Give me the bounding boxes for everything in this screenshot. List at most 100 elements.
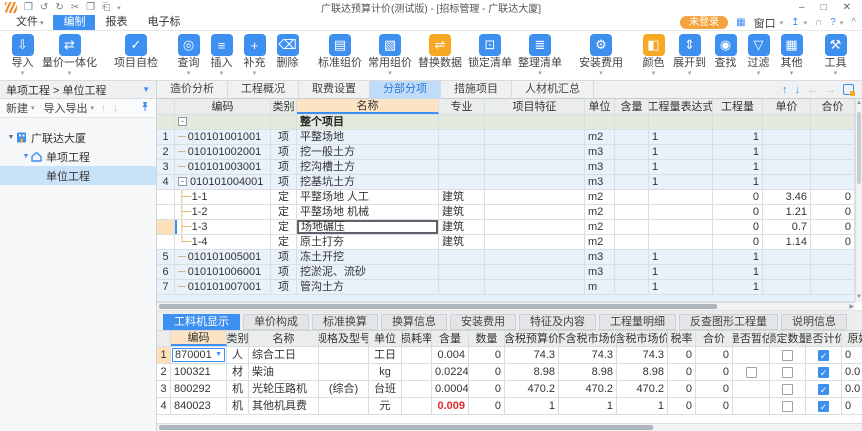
cell-num[interactable]: 7 [157, 280, 175, 294]
cell-qty[interactable]: 0 [713, 220, 763, 234]
cell-qty[interactable]: 0 [469, 364, 505, 380]
column-header-名称[interactable]: 名称 [297, 99, 439, 114]
cell-num[interactable] [157, 190, 175, 204]
tab-特征及内容[interactable]: 特征及内容 [519, 314, 596, 330]
cell-code[interactable]: ─010101006001 [175, 265, 271, 279]
lock-list-button[interactable]: ⊡锁定清单 [465, 34, 515, 78]
cell-cat[interactable]: 人 [227, 347, 249, 363]
customize-qat-icon[interactable]: ▾ [117, 4, 121, 12]
cell-name[interactable]: 挖基坑土方 [297, 175, 439, 189]
import-button[interactable]: ⇩导入▾ [6, 34, 39, 78]
column-header-税率[interactable]: 税率 [668, 331, 696, 346]
cell-code[interactable]: 800292 [171, 381, 227, 397]
cell-expr[interactable] [649, 235, 713, 249]
cell-total[interactable]: 0 [696, 347, 733, 363]
cell-spec[interactable] [319, 364, 369, 380]
cell-code[interactable]: └─1-4 [175, 235, 271, 249]
cell-tax[interactable]: 0 [668, 347, 696, 363]
headset-icon[interactable]: ∩ [815, 17, 822, 28]
cell-prof[interactable] [439, 280, 485, 294]
lock-checkbox[interactable] [782, 367, 793, 378]
cell-feature[interactable] [485, 175, 585, 189]
cell-cat[interactable]: 定 [271, 235, 297, 249]
cell-unit[interactable]: m3 [585, 160, 615, 174]
cell-num[interactable] [157, 115, 175, 129]
cell-cat[interactable]: 项 [271, 175, 297, 189]
cell-flag[interactable]: ✓ [806, 347, 842, 363]
cell-qty[interactable]: 1 [713, 280, 763, 294]
cell-name[interactable]: 挖沟槽土方 [297, 160, 439, 174]
cell-market_in[interactable]: 8.98 [617, 364, 668, 380]
column-header-含量[interactable]: 含量 [432, 331, 469, 346]
cell-feature[interactable] [485, 250, 585, 264]
cell-total[interactable]: 0 [811, 235, 855, 249]
cell-unit[interactable]: m2 [585, 190, 615, 204]
help-icon[interactable]: ? [830, 17, 836, 28]
cell-name[interactable]: 冻土开挖 [297, 250, 439, 264]
lock-checkbox[interactable] [782, 401, 793, 412]
cell-feature[interactable] [485, 130, 585, 144]
table-row[interactable]: 5─010101005001项冻土开挖m311 [157, 250, 862, 265]
cell-loss[interactable] [402, 347, 432, 363]
column-header-名称[interactable]: 名称 [249, 331, 319, 346]
cell-num[interactable]: 5 [157, 250, 175, 264]
cell-feature[interactable] [485, 190, 585, 204]
cell-tax[interactable]: 0 [668, 381, 696, 397]
cell-unit[interactable]: kg [369, 364, 402, 380]
cell-price[interactable] [763, 145, 811, 159]
close-icon[interactable]: ✕ [843, 2, 851, 13]
menu-item-电子标[interactable]: 电子标 [137, 15, 190, 30]
cell-total[interactable] [811, 115, 855, 129]
cell-total[interactable]: 0 [696, 398, 733, 414]
table-row[interactable]: 2100321材柴油kg0.022408.988.988.9800✓0.0 [157, 364, 862, 381]
cell-price[interactable] [763, 250, 811, 264]
cell-content[interactable]: 0.004 [432, 347, 469, 363]
column-header-规格及型号[interactable]: 规格及型号 [319, 331, 369, 346]
cell-name[interactable]: 挖淤泥、流砂 [297, 265, 439, 279]
table-row[interactable]: ├─1-2定平整场地 机械建筑m201.210 [157, 205, 862, 220]
cell-cat[interactable]: 机 [227, 381, 249, 397]
window-grid-icon[interactable]: ▦ [736, 17, 745, 28]
cell-unit[interactable]: 元 [369, 398, 402, 414]
cell-qty[interactable]: 1 [713, 175, 763, 189]
cell-code[interactable]: ─010101007001 [175, 280, 271, 294]
tab-工程概况[interactable]: 工程概况 [228, 81, 299, 99]
column-header-单位[interactable]: 单位 [585, 99, 615, 114]
cell-feature[interactable] [485, 235, 585, 249]
cell-tentative[interactable] [733, 381, 770, 397]
cell-total[interactable]: 0 [696, 364, 733, 380]
cell-prof[interactable] [439, 160, 485, 174]
table-row[interactable]: 7─010101007001项管沟土方m11 [157, 280, 862, 295]
column-header-项目特征[interactable]: 项目特征 [485, 99, 585, 114]
table-row[interactable]: 6─010101006001项挖淤泥、流砂m311 [157, 265, 862, 280]
cell-feature[interactable] [485, 160, 585, 174]
cell-price[interactable] [763, 280, 811, 294]
cell-tax[interactable]: 0 [668, 364, 696, 380]
cell-qty[interactable]: 1 [713, 250, 763, 264]
column-header-rownum[interactable] [157, 99, 175, 114]
tab-措施项目[interactable]: 措施项目 [441, 81, 512, 99]
move-up-icon[interactable]: ↑ [101, 103, 106, 114]
copy-icon[interactable]: ❒ [86, 2, 95, 13]
scrollbar-thumb[interactable] [159, 425, 653, 430]
cell-market_ex[interactable]: 1 [559, 398, 617, 414]
cell-prof[interactable] [439, 130, 485, 144]
tab-反查图形工程量[interactable]: 反查图形工程量 [679, 314, 778, 330]
tools-button[interactable]: ⚒工具▾ [819, 34, 852, 78]
new-button[interactable]: 新建 [6, 100, 28, 116]
cell-content[interactable]: 0.009 [432, 398, 469, 414]
undo-icon[interactable]: ↺ [40, 2, 48, 13]
column-header-不含税市场价[interactable]: 不含税市场价 [559, 331, 617, 346]
cell-code[interactable]: ─010101003001 [175, 160, 271, 174]
nav-down-icon[interactable]: ↓ [795, 84, 801, 96]
cell-unit[interactable]: m3 [585, 145, 615, 159]
cell-num[interactable]: 2 [157, 364, 171, 380]
table-row[interactable]: ├─1-3定场地碾压建筑m200.70 [157, 220, 862, 235]
column-header-合价[interactable]: 合价 [811, 99, 855, 114]
cell-orig[interactable]: 0 [842, 398, 862, 414]
tab-取费设置[interactable]: 取费设置 [299, 81, 370, 99]
cell-qty[interactable]: 0 [469, 398, 505, 414]
flag-checkbox[interactable]: ✓ [818, 367, 829, 378]
cell-content[interactable]: 0.0004 [432, 381, 469, 397]
cell-unit[interactable]: m3 [585, 175, 615, 189]
